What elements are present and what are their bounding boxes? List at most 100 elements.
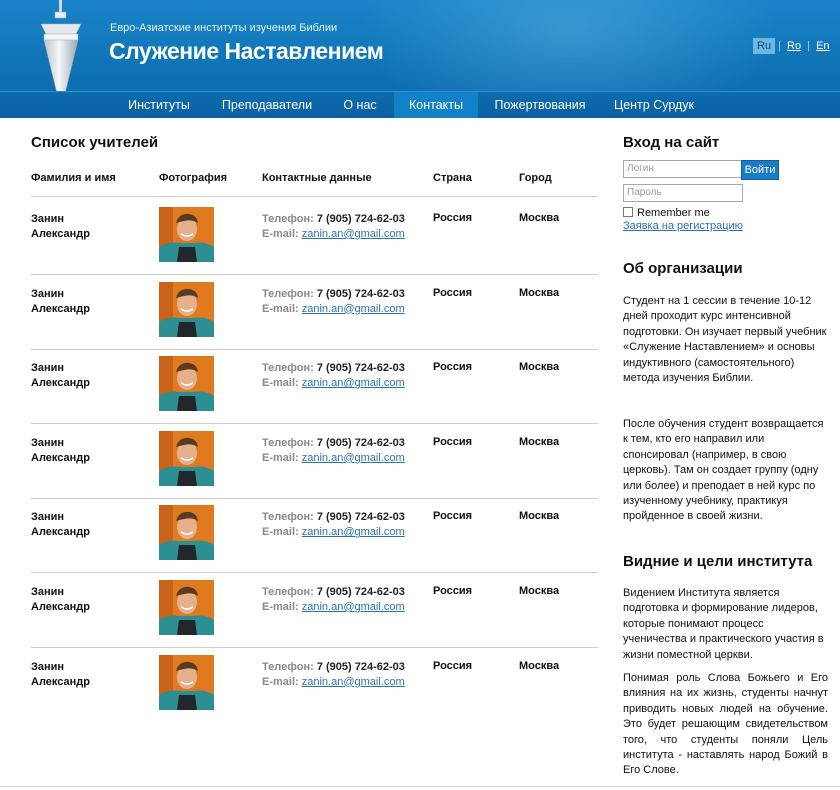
teacher-email-link[interactable]: zanin.an@gmail.com <box>302 377 405 389</box>
teacher-first-name: Александр <box>31 228 90 240</box>
remember-checkbox[interactable] <box>623 207 633 217</box>
row-divider <box>31 497 598 499</box>
email-label: E-mail: <box>262 675 299 688</box>
teacher-country: Россия <box>433 659 473 672</box>
column-header-photo: Фотография <box>159 172 228 184</box>
teacher-phone: 7 (905) 724-62-03 <box>316 511 405 524</box>
teacher-country: Россия <box>433 361 473 374</box>
teacher-city: Москва <box>519 585 560 597</box>
teacher-photo[interactable] <box>159 356 214 412</box>
site-title[interactable]: Служение Наставлением <box>109 38 384 65</box>
teacher-city: Москва <box>519 510 560 523</box>
language-switcher: Ru | Ro | En <box>753 38 833 54</box>
teacher-photo[interactable] <box>159 430 214 486</box>
remember-label: Remember me <box>637 207 710 219</box>
teacher-first-name: Александр <box>31 302 90 315</box>
login-button[interactable]: Войти <box>741 160 779 180</box>
teacher-surname: Занин <box>31 362 65 375</box>
teacher-email-link[interactable]: zanin.an@gmail.com <box>302 601 405 613</box>
teacher-phone: 7 (905) 724-62-03 <box>316 660 405 673</box>
teacher-country: Россия <box>433 286 473 299</box>
lang-separator: | <box>775 40 785 52</box>
remember-me[interactable]: Remember me <box>623 207 710 219</box>
teacher-name: Занин Александр <box>31 510 121 540</box>
teacher-contact: Телефон: 7 (905) 724-62-03 E-mail: zanin.… <box>262 510 405 540</box>
site-tagline: Евро-Азиатские институты изучения Библии <box>110 22 338 34</box>
email-label: E-mail: <box>262 526 299 539</box>
teacher-surname: Занин <box>31 660 65 673</box>
nav-item-donations[interactable]: Пожертвования <box>484 92 596 118</box>
teacher-contact: Телефон: 7 (905) 724-62-03 E-mail: zanin.… <box>262 436 405 466</box>
teacher-contact: Телефон: 7 (905) 724-62-03 E-mail: zanin.… <box>262 361 405 391</box>
site-header: Евро-Азиатские институты изучения Библии… <box>0 0 840 118</box>
vision-paragraph-2: Понимая роль Слова Божьего и Его влияния… <box>623 672 828 777</box>
table-row: Занин Александр Телефон: 7 (905) 724-62-03… <box>31 430 598 511</box>
teacher-surname: Занин <box>31 511 65 524</box>
table-row: Занин Александр Телефон: 7 (905) 724-62-03… <box>31 207 598 287</box>
row-divider <box>31 348 598 350</box>
teacher-photo[interactable] <box>159 281 214 337</box>
teacher-city: Москва <box>519 286 560 299</box>
teacher-name: Занин Александр <box>31 361 121 391</box>
teacher-first-name: Александр <box>31 675 90 688</box>
email-label: E-mail: <box>262 302 299 315</box>
nav-item-institutes[interactable]: Институты <box>114 92 204 118</box>
nav-item-about[interactable]: О нас <box>330 92 390 118</box>
nav-item-contacts[interactable]: Контакты <box>394 92 478 118</box>
row-divider <box>31 423 598 425</box>
lang-separator: | <box>804 40 814 52</box>
row-divider <box>31 572 598 574</box>
password-input[interactable]: Пароль <box>623 184 743 202</box>
column-header-country: Страна <box>433 172 472 184</box>
row-divider <box>31 647 598 648</box>
teacher-email-link[interactable]: zanin.an@gmail.com <box>302 303 405 315</box>
teacher-email-link[interactable]: zanin.an@gmail.com <box>302 452 405 464</box>
nav-item-teachers[interactable]: Преподаватели <box>212 92 322 118</box>
teacher-city: Москва <box>519 659 560 672</box>
about-paragraph-2: После обучения студент возвращается к те… <box>623 418 824 523</box>
column-header-city: Город <box>519 172 552 184</box>
teacher-name: Занин Александр <box>31 660 121 690</box>
row-divider <box>31 274 598 275</box>
lang-ro[interactable]: Ro <box>787 40 801 52</box>
teacher-name: Занин Александр <box>31 212 121 242</box>
phone-label: Телефон: <box>262 287 314 300</box>
lang-ru[interactable]: Ru <box>753 38 776 54</box>
teacher-photo[interactable] <box>159 505 214 561</box>
teacher-contact: Телефон: 7 (905) 724-62-03 E-mail: zanin.… <box>262 660 405 690</box>
teacher-surname: Занин <box>31 287 65 300</box>
teacher-email-link[interactable]: zanin.an@gmail.com <box>302 228 405 240</box>
lang-en[interactable]: En <box>816 40 829 52</box>
teacher-contact: Телефон: 7 (905) 724-62-03 E-mail: zanin.… <box>262 212 405 242</box>
teacher-email-link[interactable]: zanin.an@gmail.com <box>302 676 405 688</box>
teacher-city: Москва <box>519 361 560 374</box>
main-nav: Институты Преподаватели О нас Контакты П… <box>0 91 840 118</box>
teacher-photo[interactable] <box>159 654 214 710</box>
email-label: E-mail: <box>262 377 299 390</box>
phone-label: Телефон: <box>262 436 314 449</box>
phone-label: Телефон: <box>262 213 314 225</box>
teacher-country: Россия <box>433 435 473 448</box>
login-input[interactable]: Логин <box>623 160 743 178</box>
column-header-contact: Контактные данные <box>262 172 372 184</box>
teacher-phone: 7 (905) 724-62-03 <box>316 436 405 449</box>
teacher-first-name: Александр <box>31 377 90 390</box>
table-row: Занин Александр Телефон: 7 (905) 724-62-03… <box>31 281 598 362</box>
teacher-photo[interactable] <box>159 580 214 635</box>
email-label: E-mail: <box>262 228 299 240</box>
nav-item-surduk-center[interactable]: Центр Сурдук <box>604 92 704 118</box>
table-row: Занин Александр Телефон: 7 (905) 724-62-03… <box>31 356 598 436</box>
vision-paragraph-1: Видением Института является подготовка и… <box>623 587 824 661</box>
register-link[interactable]: Заявка на регистрацию <box>623 220 743 232</box>
teacher-phone: 7 (905) 724-62-03 <box>316 362 405 375</box>
teacher-first-name: Александр <box>31 601 90 613</box>
teacher-city: Москва <box>519 435 560 448</box>
teacher-photo[interactable] <box>159 207 214 262</box>
column-header-name: Фамилия и имя <box>31 172 116 184</box>
teacher-email-link[interactable]: zanin.an@gmail.com <box>302 526 405 538</box>
table-row: Занин Александр Телефон: 7 (905) 724-62-03… <box>31 505 598 585</box>
teacher-country: Россия <box>433 585 473 597</box>
table-row: Занин Александр Телефон: 7 (905) 724-62-03… <box>31 654 598 735</box>
teacher-surname: Занин <box>31 213 65 225</box>
footer-divider <box>0 786 840 787</box>
